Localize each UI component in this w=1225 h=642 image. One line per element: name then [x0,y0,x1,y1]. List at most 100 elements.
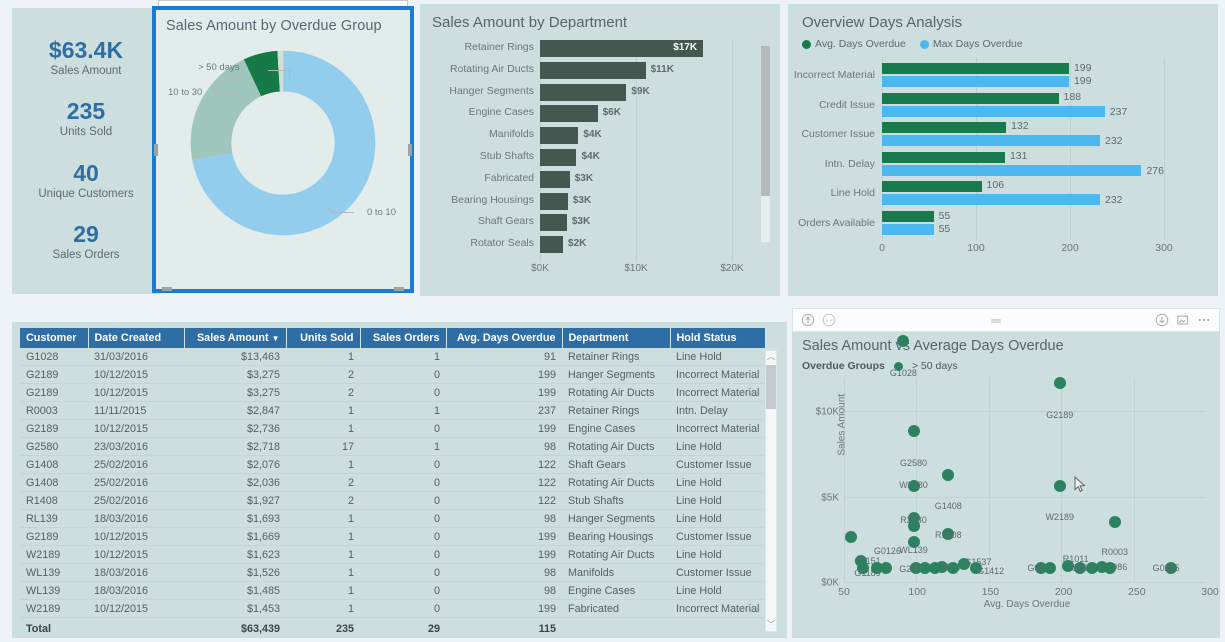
department-bar[interactable] [540,214,567,232]
department-bar[interactable] [540,148,577,166]
department-bar[interactable] [540,170,570,188]
table-row[interactable]: W2189 10/12/2015 $1,623 1 0 199 Rotating Air D… [20,545,765,564]
legend-value-label[interactable]: > 50 days [912,360,958,372]
table-row[interactable]: G1408 25/02/2016 $2,036 2 0 122 Rotating Air D… [20,473,765,492]
table-row[interactable]: G2580 23/03/2016 $2,718 17 1 98 Rotating Air D… [20,437,765,456]
scatter-point[interactable] [928,561,941,574]
expand-all-down-icon[interactable] [822,313,836,327]
sales-by-department-visual[interactable]: Sales Amount by Department Retainer Ring… [420,4,780,296]
table-row[interactable]: Rotator Seals $2K [470,235,732,255]
bar-max-days-overdue[interactable] [882,105,1105,117]
column-header-customer[interactable]: Customer [20,328,89,348]
column-header-hold-status[interactable]: Hold Status [670,328,766,348]
table-row[interactable]: Orders Available 55 55 [798,210,1164,237]
table-row[interactable]: Rotating Air Ducts $11K [450,61,732,81]
bar-avg-days-overdue[interactable] [882,122,1007,133]
table-row[interactable]: Customer Issue 132 232 [801,120,1164,148]
table-row[interactable]: WL139 18/03/2016 $1,485 1 0 98 Engine Cases Lin… [20,581,765,600]
kpi-card-sales-orders[interactable]: 29 Sales Orders [52,221,119,261]
table-row[interactable]: Credit Issue 188 237 [819,91,1164,119]
bar-max-days-overdue[interactable] [882,76,1069,87]
department-bar[interactable] [540,105,598,123]
scroll-down-arrow-icon[interactable]: ﹀ [766,619,776,631]
resize-handle-bottom-left[interactable] [162,287,172,291]
column-header-department[interactable]: Department [562,328,671,348]
kpi-card-unique-customers[interactable]: 40 Unique Customers [38,160,133,200]
table-row[interactable]: R0003 11/11/2015 $2,847 1 1 237 Retainer Rings… [20,401,765,420]
table-row[interactable]: Incorrect Material 199 199 [794,62,1164,89]
donut-chart-svg[interactable] [188,48,378,238]
table-row[interactable]: G2189 10/12/2015 $2,736 1 0 199 Engine Cases In… [20,419,765,438]
table-row[interactable]: Retainer Rings $17K [465,39,732,59]
table-scrollbar[interactable]: ︿ ﹀ [765,350,777,632]
scatter-point[interactable] [879,561,892,574]
drill-up-icon[interactable] [801,313,815,327]
table-row[interactable]: Line Hold 106 232 [831,179,1164,207]
table-row[interactable]: Engine Cases $6K [469,104,732,124]
department-bar[interactable] [540,192,568,210]
scrollbar-thumb[interactable] [766,365,776,409]
scroll-up-arrow-icon[interactable]: ︿ [766,351,776,363]
table-row[interactable]: R1408 25/02/2016 $1,927 2 0 122 Stub Shafts Lin… [20,491,765,510]
table-row[interactable]: RL139 18/03/2016 $1,693 1 0 98 Hanger Segments… [20,509,765,528]
scatter-plot-area[interactable]: $0K $5K $10K Sales Amount G1028 G2189 G2… [816,335,1206,589]
scatter-point[interactable] [1053,377,1066,390]
scatter-point[interactable] [1053,479,1066,492]
table-row[interactable]: Stub Shafts $4K [480,148,732,168]
scatter-point[interactable] [1108,516,1121,529]
sales-detail-table[interactable]: Customer Date Created Sales Amount ▼ Unit… [20,328,766,638]
sales-detail-table-visual[interactable]: Customer Date Created Sales Amount ▼ Unit… [12,322,787,638]
table-row[interactable]: G2189 10/12/2015 $3,275 2 0 199 Rotating Air D… [20,383,765,402]
table-row[interactable]: G1408 25/02/2016 $2,076 1 0 122 Shaft Gears Cus… [20,455,765,474]
resize-handle-right[interactable] [408,144,412,156]
scatter-visual-toolbar[interactable]: ═ [792,308,1220,332]
table-row[interactable]: Shaft Gears $3K [478,213,732,233]
scatter-visual-container[interactable]: ═ Sales Amount vs Average Days Overdue O… [792,308,1220,638]
legend-item-max-days-overdue[interactable]: Max Days Overdue [919,38,1023,50]
department-bar[interactable] [540,236,564,254]
table-row[interactable]: Intn. Delay 131 276 [825,150,1164,178]
table-row[interactable]: Bearing Housings $3K [451,192,732,212]
scatter-point[interactable] [907,519,920,532]
donut-plot-area[interactable]: > 50 days 10 to 30 0 to 10 [166,48,400,260]
table-row[interactable]: G2189 10/12/2015 $3,275 2 0 199 Hanger Segment… [20,365,765,384]
department-bar[interactable] [540,127,579,145]
column-header-sales-orders[interactable]: Sales Orders [360,328,447,348]
legend-item-avg-days-overdue[interactable]: Avg. Days Overdue [802,38,906,50]
bar-max-days-overdue[interactable] [882,223,934,235]
overview-days-analysis-visual[interactable]: Overview Days Analysis Avg. Days Overdue… [788,4,1218,296]
bar-avg-days-overdue[interactable] [882,151,1005,163]
scatter-point[interactable] [1104,561,1117,574]
department-scrollbar[interactable] [761,46,770,242]
scatter-point[interactable] [1044,561,1057,574]
resize-handle-bottom-right[interactable] [394,287,404,291]
resize-handle-left[interactable] [154,144,158,156]
kpi-card-sales-amount[interactable]: $63.4K Sales Amount [49,37,123,77]
department-bar[interactable] [540,61,646,79]
scatter-point[interactable] [897,335,910,348]
bar-max-days-overdue[interactable] [882,164,1142,176]
bar-avg-days-overdue[interactable] [882,210,934,222]
column-header-date-created[interactable]: Date Created [88,328,185,348]
bar-avg-days-overdue[interactable] [882,92,1059,104]
scatter-point[interactable] [907,425,920,437]
kpi-card-units-sold[interactable]: 235 Units Sold [60,98,112,138]
table-row[interactable]: Manifolds $4K [489,126,732,146]
bar-max-days-overdue[interactable] [882,135,1100,146]
scatter-point[interactable] [845,530,858,543]
table-row[interactable]: W2189 10/12/2015 $1,453 1 0 199 Fabricated Inco… [20,599,765,618]
focus-mode-icon[interactable] [1176,313,1190,327]
bar-avg-days-overdue[interactable] [882,181,982,192]
scatter-point[interactable] [1085,561,1098,574]
drag-handle[interactable]: ═ [991,313,1000,328]
column-header-sales-amount[interactable]: Sales Amount ▼ [184,328,287,348]
drill-down-icon[interactable] [1155,313,1169,327]
donut-visual-container[interactable]: Sales Amount by Overdue Group > 50 days [152,0,414,296]
column-header-units-sold[interactable]: Units Sold [286,328,361,348]
bar-avg-days-overdue[interactable] [882,63,1069,74]
table-row[interactable]: WL139 18/03/2016 $1,526 1 0 98 Manifolds Custom… [20,563,765,582]
donut-selection-outline[interactable]: Sales Amount by Overdue Group > 50 days [152,6,414,293]
column-header-avg-days-overdue[interactable]: Avg. Days Overdue [446,328,563,348]
more-options-icon[interactable] [1197,313,1211,327]
scatter-point[interactable] [946,561,959,574]
